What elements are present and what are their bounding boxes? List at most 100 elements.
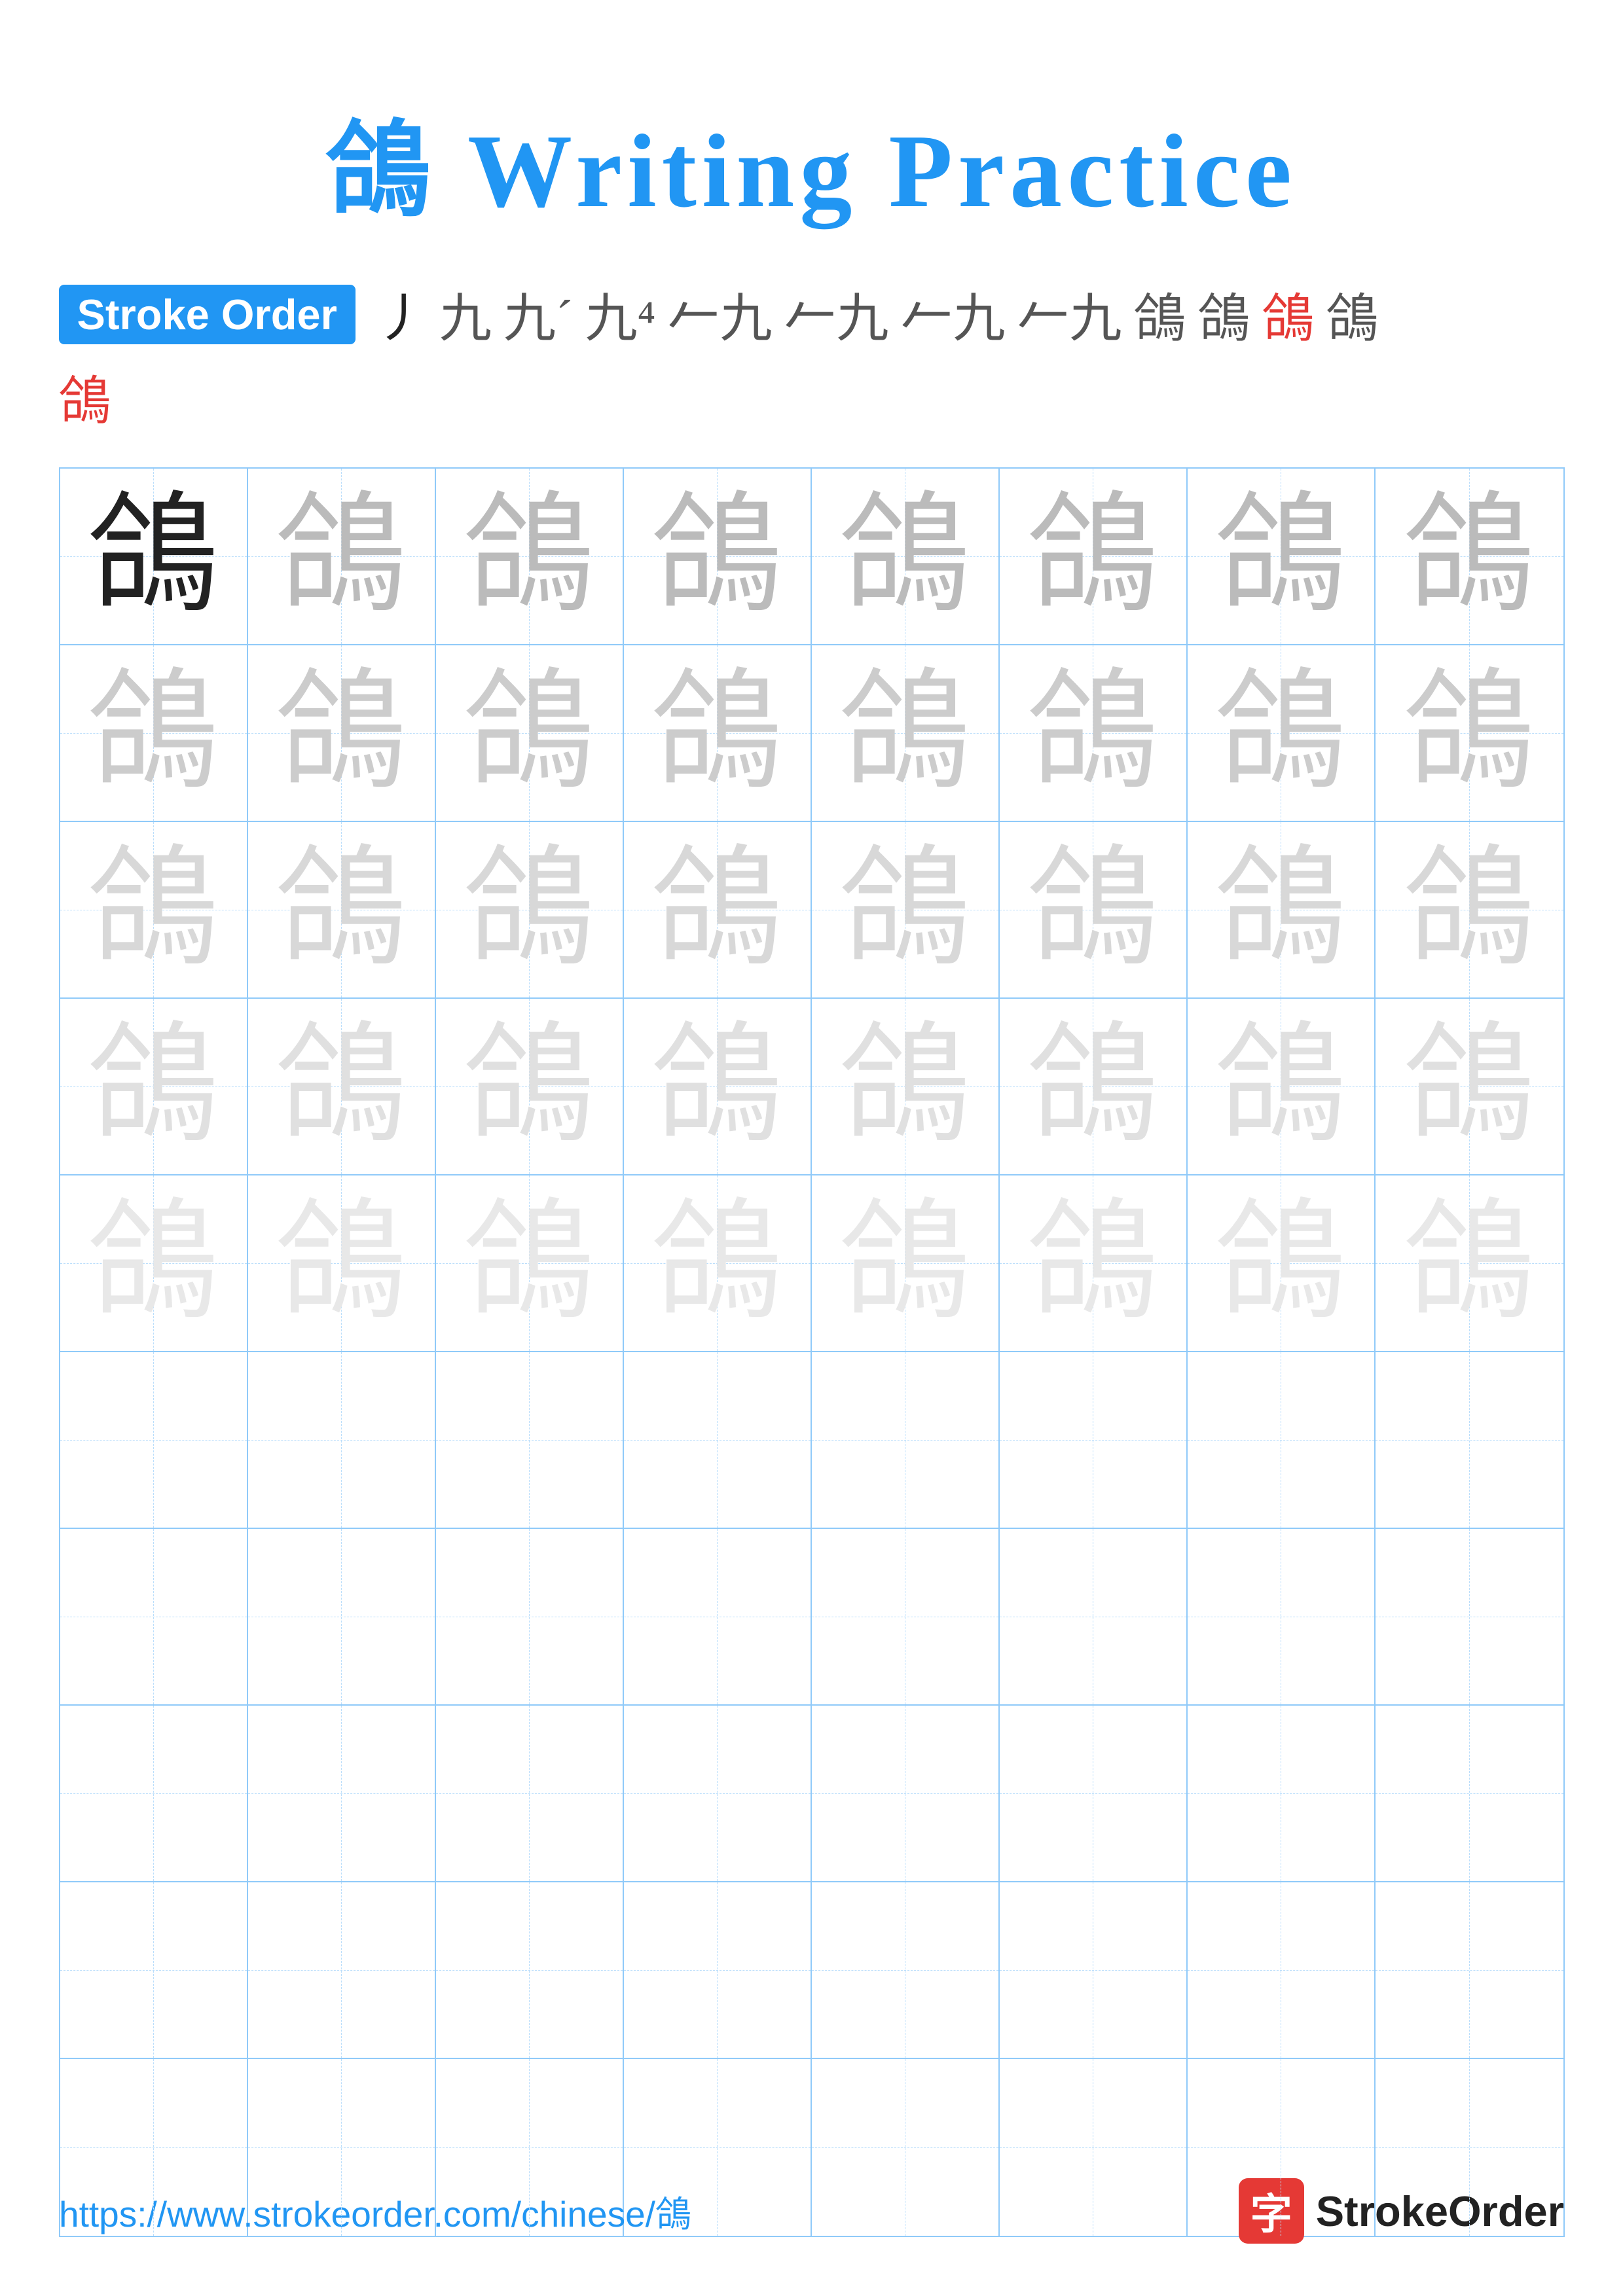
char-light2: 鴿 xyxy=(1404,668,1535,798)
grid-cell-3-2: 鴿 xyxy=(248,822,436,999)
grid-cell-6-6 xyxy=(1000,1352,1188,1529)
grid-cell-1-5: 鴿 xyxy=(812,469,1000,645)
stroke-order-line2: 鴿 xyxy=(59,359,1565,435)
char-light2: 鴿 xyxy=(464,668,594,798)
stroke-7: 𠂉九 xyxy=(900,276,1005,352)
char-light1: 鴿 xyxy=(1404,491,1535,622)
grid-cell-3-7: 鴿 xyxy=(1188,822,1376,999)
grid-row-2: 鴿 鴿 鴿 鴿 鴿 鴿 鴿 鴿 xyxy=(60,645,1563,822)
stroke-12: 鴿 xyxy=(1326,276,1378,352)
char-vlight: 鴿 xyxy=(88,1198,219,1329)
grid-cell-4-4: 鴿 xyxy=(624,999,812,1175)
page-title: 鴿 Writing Practice xyxy=(326,85,1297,237)
grid-cell-8-5 xyxy=(812,1706,1000,1882)
grid-cell-7-3 xyxy=(436,1529,624,1706)
stroke-6: 𠂉九 xyxy=(784,276,888,352)
grid-cell-9-5 xyxy=(812,1882,1000,2059)
grid-cell-2-5: 鴿 xyxy=(812,645,1000,822)
char-light3: 鴿 xyxy=(1215,844,1346,975)
char-light2: 鴿 xyxy=(276,668,407,798)
grid-cell-8-7 xyxy=(1188,1706,1376,1882)
stroke-8: 𠂉九 xyxy=(1017,276,1122,352)
grid-cell-6-4 xyxy=(624,1352,812,1529)
grid-cell-9-4 xyxy=(624,1882,812,2059)
grid-cell-2-1: 鴿 xyxy=(60,645,248,822)
char-vlight: 鴿 xyxy=(276,1198,407,1329)
grid-cell-3-1: 鴿 xyxy=(60,822,248,999)
char-light1: 鴿 xyxy=(276,491,407,622)
char-vlight: 鴿 xyxy=(1404,1198,1535,1329)
grid-cell-2-2: 鴿 xyxy=(248,645,436,822)
grid-cell-9-1 xyxy=(60,1882,248,2059)
char-light4: 鴿 xyxy=(88,1021,219,1152)
grid-cell-4-3: 鴿 xyxy=(436,999,624,1175)
grid-cell-9-8 xyxy=(1376,1882,1563,2059)
grid-row-6 xyxy=(60,1352,1563,1529)
grid-row-4: 鴿 鴿 鴿 鴿 鴿 鴿 鴿 鴿 xyxy=(60,999,1563,1175)
grid-cell-1-6: 鴿 xyxy=(1000,469,1188,645)
brand-name: StrokeOrder xyxy=(1316,2187,1564,2236)
grid-cell-4-6: 鴿 xyxy=(1000,999,1188,1175)
grid-cell-3-8: 鴿 xyxy=(1376,822,1563,999)
char-vlight: 鴿 xyxy=(1027,1198,1158,1329)
grid-cell-7-7 xyxy=(1188,1529,1376,1706)
char-light3: 鴿 xyxy=(464,844,594,975)
grid-row-5: 鴿 鴿 鴿 鴿 鴿 鴿 鴿 鴿 xyxy=(60,1175,1563,1352)
char-light4: 鴿 xyxy=(839,1021,970,1152)
grid-cell-9-7 xyxy=(1188,1882,1376,2059)
grid-cell-9-2 xyxy=(248,1882,436,2059)
grid-cell-2-8: 鴿 xyxy=(1376,645,1563,822)
grid-cell-6-3 xyxy=(436,1352,624,1529)
brand-icon: 字 xyxy=(1239,2178,1304,2244)
grid-cell-5-2: 鴿 xyxy=(248,1175,436,1352)
char-vlight: 鴿 xyxy=(839,1198,970,1329)
char-light3: 鴿 xyxy=(1404,844,1535,975)
char-vlight: 鴿 xyxy=(651,1198,782,1329)
char-vlight: 鴿 xyxy=(1215,1198,1346,1329)
stroke-3: 九´ xyxy=(503,276,574,352)
grid-cell-8-6 xyxy=(1000,1706,1188,1882)
grid-cell-2-4: 鴿 xyxy=(624,645,812,822)
grid-cell-5-3: 鴿 xyxy=(436,1175,624,1352)
char-light2: 鴿 xyxy=(1027,668,1158,798)
char-light1: 鴿 xyxy=(1215,491,1346,622)
char-light2: 鴿 xyxy=(88,668,219,798)
char-light4: 鴿 xyxy=(1215,1021,1346,1152)
footer: https://www.strokeorder.com/chinese/鴿 字 … xyxy=(0,2178,1623,2244)
grid-row-7 xyxy=(60,1529,1563,1706)
grid-cell-7-1 xyxy=(60,1529,248,1706)
grid-row-1: 鴿 鴿 鴿 鴿 鴿 鴿 鴿 鴿 xyxy=(60,469,1563,645)
char-light1: 鴿 xyxy=(1027,491,1158,622)
char-light2: 鴿 xyxy=(651,668,782,798)
char-light4: 鴿 xyxy=(651,1021,782,1152)
char-light3: 鴿 xyxy=(88,844,219,975)
grid-cell-2-7: 鴿 xyxy=(1188,645,1376,822)
grid-cell-8-1 xyxy=(60,1706,248,1882)
grid-cell-6-5 xyxy=(812,1352,1000,1529)
grid-cell-2-6: 鴿 xyxy=(1000,645,1188,822)
grid-cell-5-5: 鴿 xyxy=(812,1175,1000,1352)
grid-cell-8-3 xyxy=(436,1706,624,1882)
grid-cell-1-4: 鴿 xyxy=(624,469,812,645)
grid-cell-6-2 xyxy=(248,1352,436,1529)
stroke-10: 鴿 xyxy=(1197,276,1250,352)
grid-row-9 xyxy=(60,1882,1563,2059)
grid-cell-7-4 xyxy=(624,1529,812,1706)
grid-cell-1-8: 鴿 xyxy=(1376,469,1563,645)
grid-cell-1-1: 鴿 xyxy=(60,469,248,645)
char-light2: 鴿 xyxy=(1215,668,1346,798)
grid-cell-6-1 xyxy=(60,1352,248,1529)
grid-cell-1-3: 鴿 xyxy=(436,469,624,645)
stroke-2: 九 xyxy=(439,276,492,352)
grid-cell-5-1: 鴿 xyxy=(60,1175,248,1352)
grid-cell-5-6: 鴿 xyxy=(1000,1175,1188,1352)
grid-cell-9-3 xyxy=(436,1882,624,2059)
grid-cell-2-3: 鴿 xyxy=(436,645,624,822)
stroke-5: 𠂉九 xyxy=(667,276,772,352)
char-light3: 鴿 xyxy=(651,844,782,975)
grid-cell-7-6 xyxy=(1000,1529,1188,1706)
grid-cell-5-8: 鴿 xyxy=(1376,1175,1563,1352)
stroke-9: 鴿 xyxy=(1133,276,1186,352)
char-light4: 鴿 xyxy=(1404,1021,1535,1152)
grid-cell-6-8 xyxy=(1376,1352,1563,1529)
